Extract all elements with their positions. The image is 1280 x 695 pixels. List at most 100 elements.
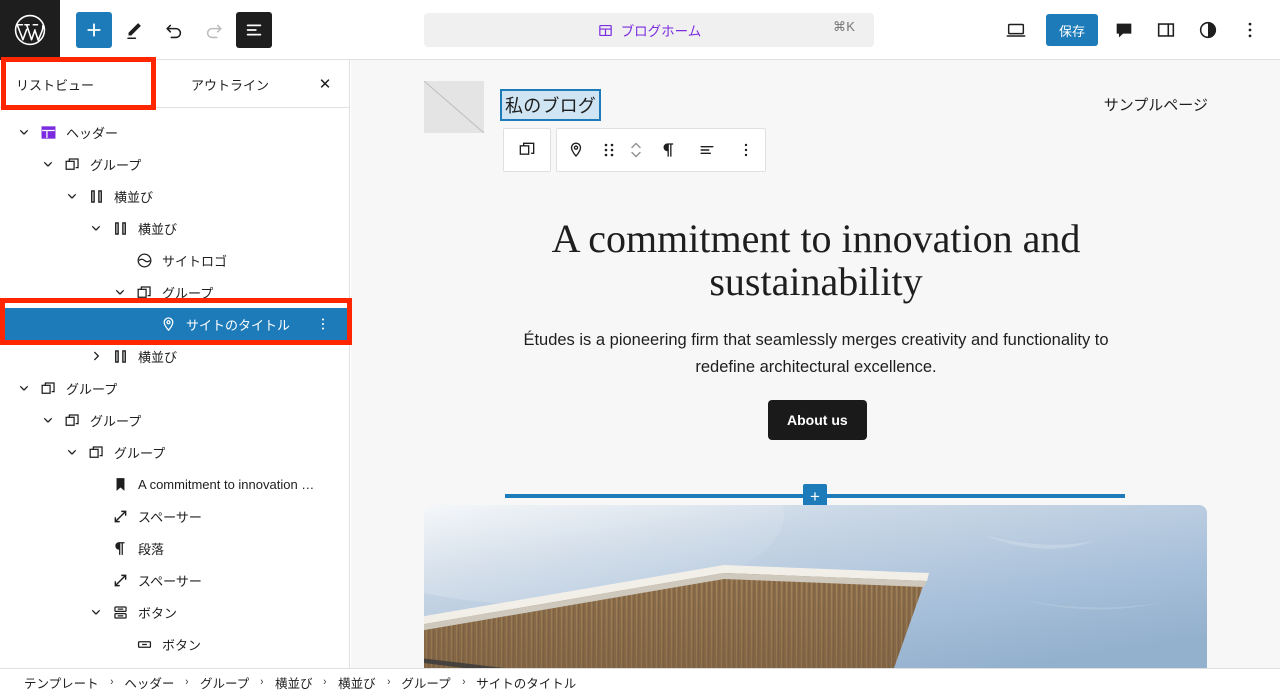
block-row-options-button[interactable] <box>311 312 335 336</box>
spacer-icon <box>114 510 126 522</box>
block-tree-row[interactable]: 横並び <box>0 340 349 372</box>
group-icon-wrap <box>60 152 84 176</box>
expand-toggle[interactable] <box>84 344 108 368</box>
chevron-down-icon <box>20 130 28 135</box>
block-tree-label: グループ <box>90 413 142 429</box>
nav-link-sample-page[interactable]: サンプルページ <box>1104 94 1208 115</box>
close-sidebar-button[interactable]: ✕ <box>313 72 337 96</box>
block-tree-label: 横並び <box>138 221 178 237</box>
architecture-photo <box>424 505 1207 668</box>
breadcrumb-separator: › <box>260 676 264 688</box>
breadcrumb-separator: › <box>461 676 465 688</box>
block-tree-row[interactable]: ボタン <box>0 596 349 628</box>
buttons-icon <box>113 605 127 619</box>
buttons-icon-wrap <box>108 600 132 624</box>
wordpress-logo-icon[interactable] <box>0 0 60 60</box>
block-tree-row-selected[interactable]: サイトのタイトル <box>0 308 349 340</box>
chevron-down-icon <box>92 610 100 615</box>
block-tree-row[interactable]: A commitment to innovation … <box>0 468 349 500</box>
breadcrumb-item[interactable]: 横並び <box>338 673 376 692</box>
breadcrumb-item[interactable]: グループ <box>401 673 450 692</box>
expand-toggle[interactable] <box>108 280 132 304</box>
more-options-icon <box>744 143 748 157</box>
drag-handle-button[interactable] <box>595 129 623 171</box>
settings-sidebar-button[interactable] <box>1148 12 1184 48</box>
save-button[interactable]: 保存 <box>1045 14 1098 46</box>
hero-image[interactable] <box>424 505 1207 668</box>
tools-edit-button[interactable] <box>116 12 152 48</box>
text-format-button[interactable] <box>650 129 688 171</box>
block-tree-label: ヘッダー <box>66 125 119 141</box>
block-inserter-button[interactable] <box>76 11 112 48</box>
undo-button[interactable] <box>156 12 192 48</box>
block-tree-row[interactable]: 横並び <box>0 212 349 244</box>
redo-button[interactable] <box>196 12 232 48</box>
block-tree-row[interactable]: グループ <box>0 436 349 468</box>
expand-toggle[interactable] <box>36 408 60 432</box>
block-tree-row[interactable]: グループ <box>0 372 349 404</box>
styles-contrast-icon <box>1199 21 1217 39</box>
breadcrumb-item[interactable]: ヘッダー <box>124 673 174 692</box>
breadcrumb-item[interactable]: 横並び <box>275 673 313 692</box>
move-up-down-button[interactable] <box>623 129 649 171</box>
block-tree-label: ボタン <box>138 605 178 621</box>
block-tree-row[interactable]: 段落 <box>0 532 349 564</box>
breadcrumb-item[interactable]: サイトのタイトル <box>476 673 576 692</box>
expand-toggle[interactable] <box>84 600 108 624</box>
button-icon-wrap <box>132 632 156 656</box>
more-options-button[interactable] <box>1232 12 1268 48</box>
block-tree-row[interactable]: ヘッダー <box>0 116 349 148</box>
breadcrumb-separator: › <box>387 676 390 688</box>
desktop-preview-button[interactable] <box>998 12 1034 48</box>
block-tree-row[interactable]: グループ <box>0 276 349 308</box>
group-icon-wrap <box>84 440 108 464</box>
redo-icon <box>206 24 222 38</box>
site-logo-placeholder[interactable] <box>424 81 484 133</box>
block-tree-row[interactable]: スペーサー <box>0 564 349 596</box>
block-tree-row[interactable]: グループ <box>0 148 349 180</box>
chevron-down-icon <box>68 194 76 199</box>
hero-heading[interactable]: A commitment to innovation and sustainab… <box>456 217 1176 304</box>
expand-toggle[interactable] <box>60 440 84 464</box>
comment-button[interactable] <box>1106 12 1142 48</box>
styles-button[interactable] <box>1190 12 1226 48</box>
align-icon <box>700 145 714 155</box>
template-icon <box>598 24 612 36</box>
block-tree-row[interactable]: スペーサー <box>0 500 349 532</box>
breadcrumb-separator: › <box>323 676 327 688</box>
about-us-button[interactable]: About us <box>768 400 867 440</box>
breadcrumb-item[interactable]: グループ <box>200 673 249 692</box>
expand-toggle[interactable] <box>12 120 36 144</box>
block-tree-row[interactable]: ボタン <box>0 628 349 660</box>
expand-toggle[interactable] <box>36 152 60 176</box>
group-icon <box>65 157 79 170</box>
block-type-button[interactable] <box>557 129 595 171</box>
sidebar-tabs: リストビュー アウトライン ✕ <box>0 60 349 108</box>
block-tree: ヘッダー グループ 横並び 横並び サイトロゴ グループ サイトのタイトル 横並び グループ グル… <box>0 108 349 668</box>
expand-toggle[interactable] <box>12 376 36 400</box>
expand-toggle[interactable] <box>60 184 84 208</box>
map-pin-icon-wrap <box>156 312 180 336</box>
list-view-button[interactable] <box>236 11 272 48</box>
map-pin-icon <box>163 316 173 331</box>
hero-paragraph[interactable]: Études is a pioneering firm that seamles… <box>501 327 1131 380</box>
site-title-block[interactable]: 私のブログ <box>500 89 601 121</box>
block-options-button[interactable] <box>727 129 765 171</box>
document-bar[interactable]: ブログホーム <box>424 13 874 47</box>
align-button[interactable] <box>688 129 726 171</box>
block-tree-row[interactable]: スペーサー <box>0 660 349 668</box>
pencil-icon <box>127 22 141 39</box>
block-tree-row[interactable]: グループ <box>0 404 349 436</box>
row-icon <box>90 189 102 203</box>
editor-root: ブログホーム ⌘K 保存 リストビュー アウトライン ✕ ヘッダー グループ 横… <box>0 0 1280 695</box>
breadcrumb-item[interactable]: テンプレート <box>24 673 99 692</box>
block-tree-label: A commitment to innovation … <box>138 476 315 492</box>
group-icon <box>137 285 151 298</box>
block-tree-row[interactable]: サイトロゴ <box>0 244 349 276</box>
breadcrumb-separator: › <box>110 676 113 688</box>
chevron-down-icon <box>44 418 52 423</box>
tab-list-view[interactable]: リストビュー <box>0 60 175 108</box>
expand-toggle[interactable] <box>84 216 108 240</box>
block-tree-row[interactable]: 横並び <box>0 180 349 212</box>
select-parent-group-button[interactable] <box>503 128 551 172</box>
